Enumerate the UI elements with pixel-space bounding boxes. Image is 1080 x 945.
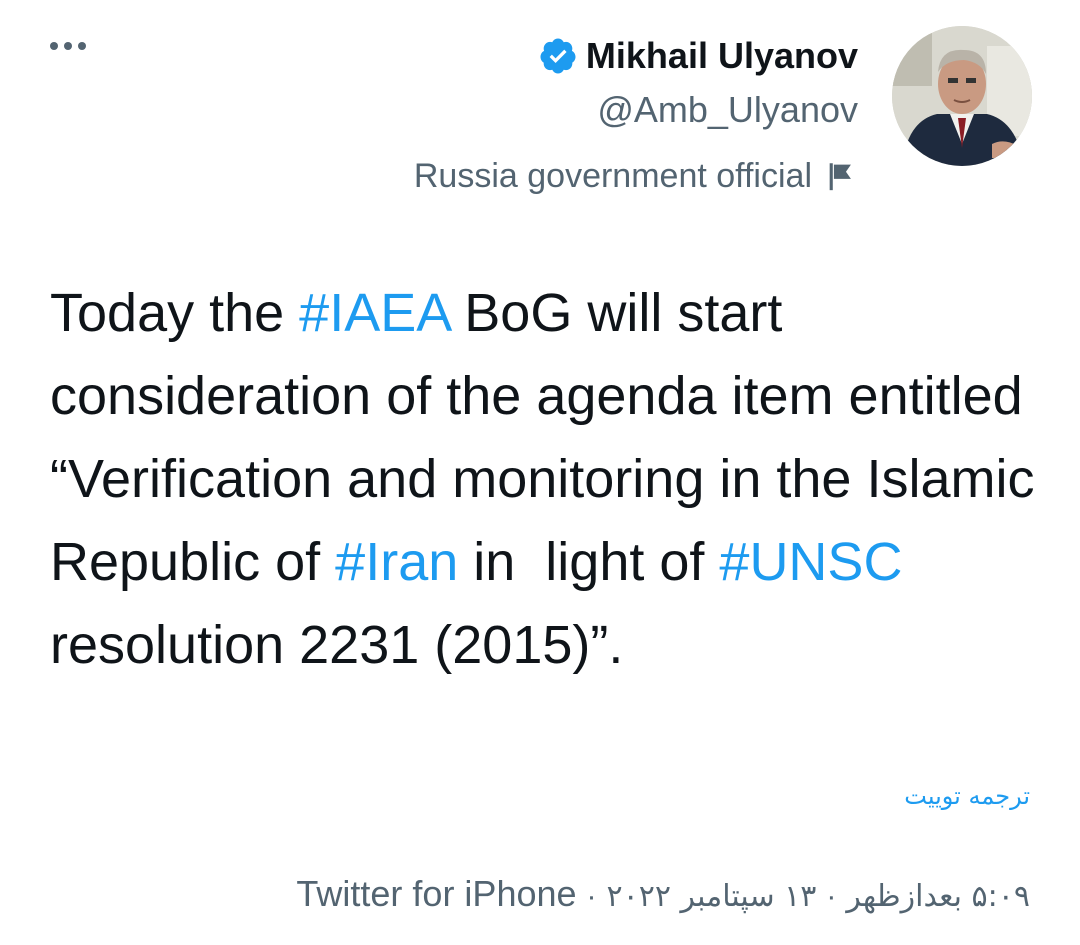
- author-info: Mikhail Ulyanov @Amb_Ulyanov Russia gove…: [414, 26, 858, 196]
- tweet-source[interactable]: Twitter for iPhone: [296, 868, 576, 920]
- author-handle[interactable]: @Amb_Ulyanov: [597, 90, 858, 130]
- flag-icon: [829, 163, 851, 191]
- separator-dot: ·: [586, 880, 597, 913]
- more-options-icon[interactable]: [50, 42, 86, 50]
- affiliation-label-text: Russia government official: [413, 157, 812, 195]
- translate-tweet-link[interactable]: ترجمه توییت: [904, 782, 1030, 810]
- avatar-image: [892, 26, 1032, 166]
- separator-dot: ·: [826, 880, 837, 913]
- tweet-header: Mikhail Ulyanov @Amb_Ulyanov Russia gove…: [414, 26, 1032, 196]
- avatar[interactable]: [892, 26, 1032, 166]
- hashtag-unsc[interactable]: #UNSC: [719, 532, 902, 592]
- author-name[interactable]: Mikhail Ulyanov: [586, 36, 858, 76]
- hashtag-iaea[interactable]: #IAEA: [299, 283, 449, 343]
- name-row[interactable]: Mikhail Ulyanov: [538, 36, 858, 76]
- verified-badge-icon: [540, 38, 576, 74]
- tweet-date[interactable]: ۱۳ سپتامبر ۲۰۲۲: [607, 871, 817, 923]
- affiliation-label[interactable]: Russia government official: [414, 156, 856, 196]
- hashtag-iran[interactable]: #Iran: [335, 532, 458, 592]
- tweet-metadata: Twitter for iPhone · ۱۳ سپتامبر ۲۰۲۲ · ۵…: [296, 868, 1030, 923]
- tweet-text-segment: Today the: [50, 283, 300, 343]
- tweet-time[interactable]: ۵:۰۹ بعدازظهر: [846, 871, 1030, 923]
- tweet-text-segment: in light of: [458, 532, 720, 592]
- tweet-text: Today the #IAEA BoG will start considera…: [50, 272, 1040, 687]
